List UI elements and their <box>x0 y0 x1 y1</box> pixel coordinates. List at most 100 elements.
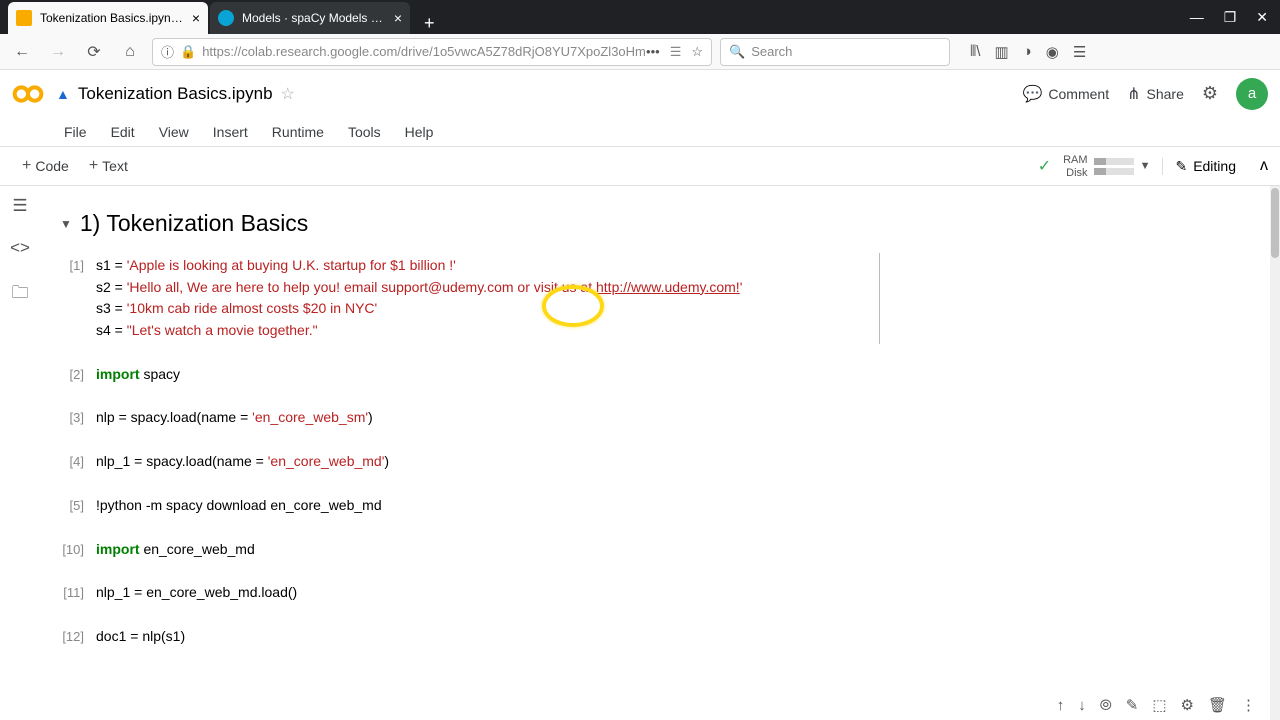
chevron-down-icon[interactable]: ▼ <box>1140 160 1151 172</box>
menu-help[interactable]: Help <box>397 122 442 142</box>
mirror-icon[interactable]: ⬚ <box>1152 696 1166 714</box>
drive-icon: ▲ <box>56 86 70 102</box>
menu-view[interactable]: View <box>151 122 197 142</box>
comment-icon: 💬 <box>1022 84 1042 104</box>
code-cell[interactable]: [4]nlp_1 = spacy.load(name = 'en_core_we… <box>40 447 1270 477</box>
code-cell[interactable]: [10]import en_core_web_md <box>40 535 1270 565</box>
browser-tabs: Tokenization Basics.ipynb - Col × Models… <box>0 0 1280 34</box>
cell-code[interactable]: nlp_1 = spacy.load(name = 'en_core_web_m… <box>96 451 1250 473</box>
bookmark-icon[interactable]: ☆ <box>691 44 703 60</box>
url-bar: ← → ⟳ ⌂ ⓘ 🔒 https://colab.research.googl… <box>0 34 1280 70</box>
ram-bar <box>1094 158 1134 165</box>
resource-monitor[interactable]: RAM Disk ▼ <box>1063 154 1150 179</box>
info-icon[interactable]: ⓘ <box>161 42 174 61</box>
cell-toolbar: ↑ ↓ ⦾ ✎ ⬚ ⚙ 🗑 ⋮ <box>1049 690 1264 720</box>
menu-icon[interactable]: ☰ <box>1073 43 1086 61</box>
library-icon[interactable]: ⫴\ <box>970 43 980 60</box>
menu-runtime[interactable]: Runtime <box>264 122 332 142</box>
extension-icon[interactable]: ◉ <box>1046 43 1059 61</box>
colab-logo[interactable] <box>12 78 44 110</box>
plus-icon: + <box>89 157 98 175</box>
cell-number: [1] <box>48 255 96 342</box>
scrollbar[interactable] <box>1270 186 1280 720</box>
code-cell[interactable]: [5]!python -m spacy download en_core_web… <box>40 491 1270 521</box>
chevron-up-icon[interactable]: ʌ <box>1260 157 1268 175</box>
tab-colab[interactable]: Tokenization Basics.ipynb - Col × <box>8 2 208 34</box>
share-button[interactable]: ⋔ Share <box>1127 84 1184 104</box>
back-button[interactable]: ← <box>8 38 36 66</box>
tab-spacy[interactable]: Models · spaCy Models Docum × <box>210 2 410 34</box>
cell-number: [10] <box>48 539 96 561</box>
colab-favicon <box>16 10 32 26</box>
cell-code[interactable]: import spacy <box>96 364 1250 386</box>
code-cell[interactable]: [12]doc1 = nlp(s1) <box>40 622 1270 652</box>
edit-icon[interactable]: ✎ <box>1126 696 1139 714</box>
new-tab-button[interactable]: + <box>412 13 447 34</box>
reload-button[interactable]: ⟳ <box>80 38 108 66</box>
menu-tools[interactable]: Tools <box>340 122 389 142</box>
minimize-icon[interactable]: — <box>1190 9 1204 25</box>
more-icon[interactable]: ••• <box>646 44 660 59</box>
code-cell[interactable]: [2]import spacy <box>40 360 1270 390</box>
sidebar-icon[interactable]: ▥ <box>994 43 1008 61</box>
gear-icon[interactable]: ⚙ <box>1181 696 1194 714</box>
cell-code[interactable]: !python -m spacy download en_core_web_md <box>96 495 1250 517</box>
url-text: https://colab.research.google.com/drive/… <box>202 44 646 59</box>
code-snippets-icon[interactable]: <> <box>10 238 30 258</box>
pocket-icon[interactable]: ◑ <box>1023 43 1032 60</box>
menu-file[interactable]: File <box>56 122 95 142</box>
reader-icon[interactable]: ☰ <box>670 44 682 60</box>
cell-code[interactable]: import en_core_web_md <box>96 539 1250 561</box>
add-code-button[interactable]: + Code <box>12 153 79 179</box>
maximize-icon[interactable]: ❐ <box>1224 9 1237 26</box>
add-text-button[interactable]: + Text <box>79 153 138 179</box>
close-window-icon[interactable]: ✕ <box>1256 9 1268 26</box>
search-input[interactable]: 🔍 Search <box>720 38 950 66</box>
collapse-arrow-icon[interactable]: ▼ <box>60 217 72 231</box>
lock-icon: 🔒 <box>180 44 196 60</box>
window-controls: — ❐ ✕ <box>1190 0 1280 34</box>
tab-title: Tokenization Basics.ipynb - Col <box>40 11 184 25</box>
cell-code[interactable]: nlp_1 = en_core_web_md.load() <box>96 582 1250 604</box>
menu-edit[interactable]: Edit <box>103 122 143 142</box>
star-icon[interactable]: ☆ <box>281 84 295 104</box>
url-field[interactable]: ⓘ 🔒 https://colab.research.google.com/dr… <box>152 38 712 66</box>
left-sidebar: ☰ <> 🗀 <box>0 186 40 309</box>
avatar[interactable]: a <box>1236 78 1268 110</box>
link-icon[interactable]: ⦾ <box>1100 697 1112 714</box>
disk-bar <box>1094 168 1134 175</box>
code-cell[interactable]: [1]s1 = 'Apple is looking at buying U.K.… <box>40 251 1270 346</box>
search-icon: 🔍 <box>729 44 745 60</box>
share-icon: ⋔ <box>1127 84 1140 104</box>
code-cell[interactable]: [11]nlp_1 = en_core_web_md.load() <box>40 578 1270 608</box>
cell-number: [5] <box>48 495 96 517</box>
cell-code[interactable]: doc1 = nlp(s1) <box>96 626 1250 648</box>
close-icon[interactable]: × <box>192 10 200 26</box>
toc-icon[interactable]: ☰ <box>12 196 27 216</box>
editing-button[interactable]: ✎ Editing <box>1162 158 1248 175</box>
notebook-title[interactable]: ▲ Tokenization Basics.ipynb ☆ <box>56 84 1022 104</box>
files-icon[interactable]: 🗀 <box>12 280 29 309</box>
cell-code[interactable]: s1 = 'Apple is looking at buying U.K. st… <box>96 255 1250 342</box>
forward-button[interactable]: → <box>44 38 72 66</box>
comment-button[interactable]: 💬 Comment <box>1022 84 1109 104</box>
move-up-icon[interactable]: ↑ <box>1057 697 1065 714</box>
more-icon[interactable]: ⋮ <box>1241 696 1256 714</box>
colab-header: ▲ Tokenization Basics.ipynb ☆ 💬 Comment … <box>0 70 1280 118</box>
menu-insert[interactable]: Insert <box>205 122 256 142</box>
delete-icon[interactable]: 🗑 <box>1208 696 1227 714</box>
move-down-icon[interactable]: ↓ <box>1078 697 1086 714</box>
pencil-icon: ✎ <box>1175 158 1187 175</box>
gear-icon[interactable]: ⚙ <box>1202 83 1218 104</box>
cell-number: [2] <box>48 364 96 386</box>
notebook-content[interactable]: ▼ 1) Tokenization Basics [1]s1 = 'Apple … <box>40 186 1270 720</box>
section-heading: ▼ 1) Tokenization Basics <box>40 196 1270 251</box>
spacy-favicon <box>218 10 234 26</box>
close-icon[interactable]: × <box>394 10 402 26</box>
cell-code[interactable]: nlp = spacy.load(name = 'en_core_web_sm'… <box>96 407 1250 429</box>
cell-number: [11] <box>48 582 96 604</box>
home-button[interactable]: ⌂ <box>116 38 144 66</box>
code-cell[interactable]: [3]nlp = spacy.load(name = 'en_core_web_… <box>40 403 1270 433</box>
tab-title: Models · spaCy Models Docum <box>242 11 386 25</box>
menu-bar: File Edit View Insert Runtime Tools Help <box>0 118 1280 146</box>
